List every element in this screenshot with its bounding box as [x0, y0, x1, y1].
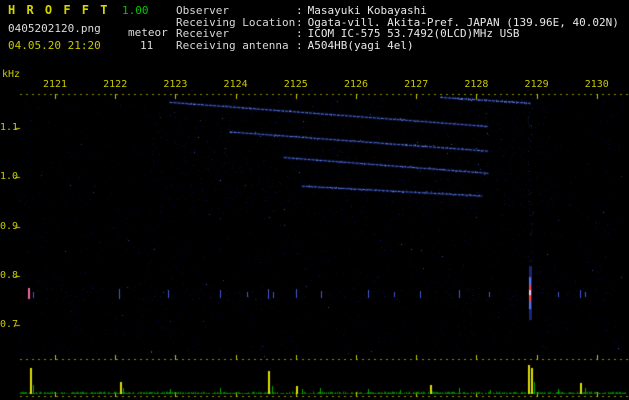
info-separator: :	[296, 38, 303, 52]
time-tick-label: 2125	[283, 79, 308, 90]
info-label: Receiving antenna	[176, 38, 289, 52]
freq-tick-label: 1.0	[0, 171, 19, 183]
app-title: H R O F F T	[8, 3, 110, 17]
freq-tick-label: 1.1	[0, 122, 19, 133]
output-filename: 0405202120.png	[8, 22, 101, 35]
hrofft-screen: H R O F F T 1.00 0405202120.png meteor 0…	[0, 0, 629, 400]
time-tick-label: 2128	[464, 79, 489, 90]
freq-axis-unit: kHz	[2, 69, 21, 80]
time-tick-label: 2129	[524, 79, 549, 90]
mode-label: meteor	[128, 26, 168, 39]
observation-datetime: 04.05.20 21:20	[8, 39, 101, 52]
info-row-antenna: Receiving antenna: A504HB(yagi 4el)	[176, 38, 619, 52]
spectrogram-canvas	[0, 0, 629, 400]
app-version: 1.00	[122, 4, 149, 17]
freq-tick-label: 0.8	[0, 269, 19, 281]
time-tick-label: 2122	[103, 79, 128, 90]
time-tick-label: 2130	[584, 79, 609, 90]
meteor-count: 11	[140, 39, 154, 52]
time-tick-label: 2126	[343, 79, 369, 90]
time-tick-label: 2121	[42, 79, 68, 90]
info-label: Observer	[176, 4, 229, 17]
time-tick-label: 2123	[163, 79, 188, 90]
freq-tick-label: 0.9	[0, 220, 19, 232]
time-tick-label: 2124	[223, 79, 248, 90]
info-value: A504HB(yagi 4el)	[307, 38, 414, 52]
freq-tick-label: 0.7	[0, 319, 19, 331]
time-tick-label: 2127	[404, 79, 429, 90]
info-label: Receiver	[176, 27, 229, 40]
observer-info: Observer: Masayuki Kobayashi Receiving Lo…	[176, 5, 619, 51]
